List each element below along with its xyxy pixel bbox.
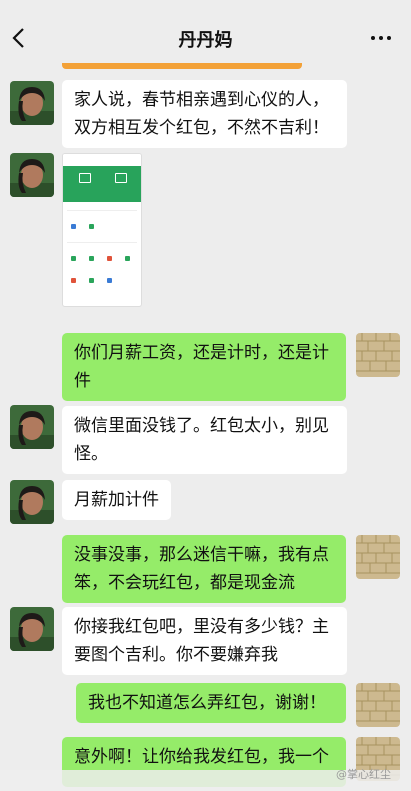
status-bar <box>0 0 411 12</box>
message-bubble-received[interactable]: 微信里面没钱了。红包太小，别见怪。 <box>62 406 347 474</box>
message-bubble-sent[interactable]: 我也不知道怎么弄红包，谢谢！ <box>76 683 346 723</box>
message-bubble-received[interactable]: 家人说，春节相亲遇到心仪的人，双方相互发个红包，不然不吉利！ <box>62 80 347 148</box>
contact-avatar[interactable] <box>10 480 54 524</box>
image-message[interactable] <box>62 153 142 307</box>
previous-message-edge <box>62 63 302 69</box>
message-bubble-sent[interactable]: 你们月薪工资，还是计时，还是计件 <box>62 333 346 401</box>
watermark: @掌心红尘 <box>336 768 391 781</box>
chat-header: 丹丹妈 <box>0 12 411 64</box>
contact-avatar[interactable] <box>10 81 54 125</box>
message-bubble-sent[interactable]: 没事没事，那么迷信干嘛，我有点笨，不会玩红包，都是现金流 <box>62 535 346 603</box>
contact-avatar[interactable] <box>10 405 54 449</box>
contact-avatar[interactable] <box>10 153 54 197</box>
chat-title: 丹丹妈 <box>178 30 233 51</box>
contact-avatar[interactable] <box>10 607 54 651</box>
message-bubble-received[interactable]: 你接我红包吧，里没有多少钱？主要图个吉利。你不要嫌弃我 <box>62 607 347 675</box>
message-bubble-received[interactable]: 月薪加计件 <box>62 480 171 520</box>
my-avatar[interactable] <box>356 535 400 579</box>
more-options-icon[interactable] <box>367 24 395 52</box>
my-avatar[interactable] <box>356 333 400 377</box>
my-avatar[interactable] <box>356 683 400 727</box>
